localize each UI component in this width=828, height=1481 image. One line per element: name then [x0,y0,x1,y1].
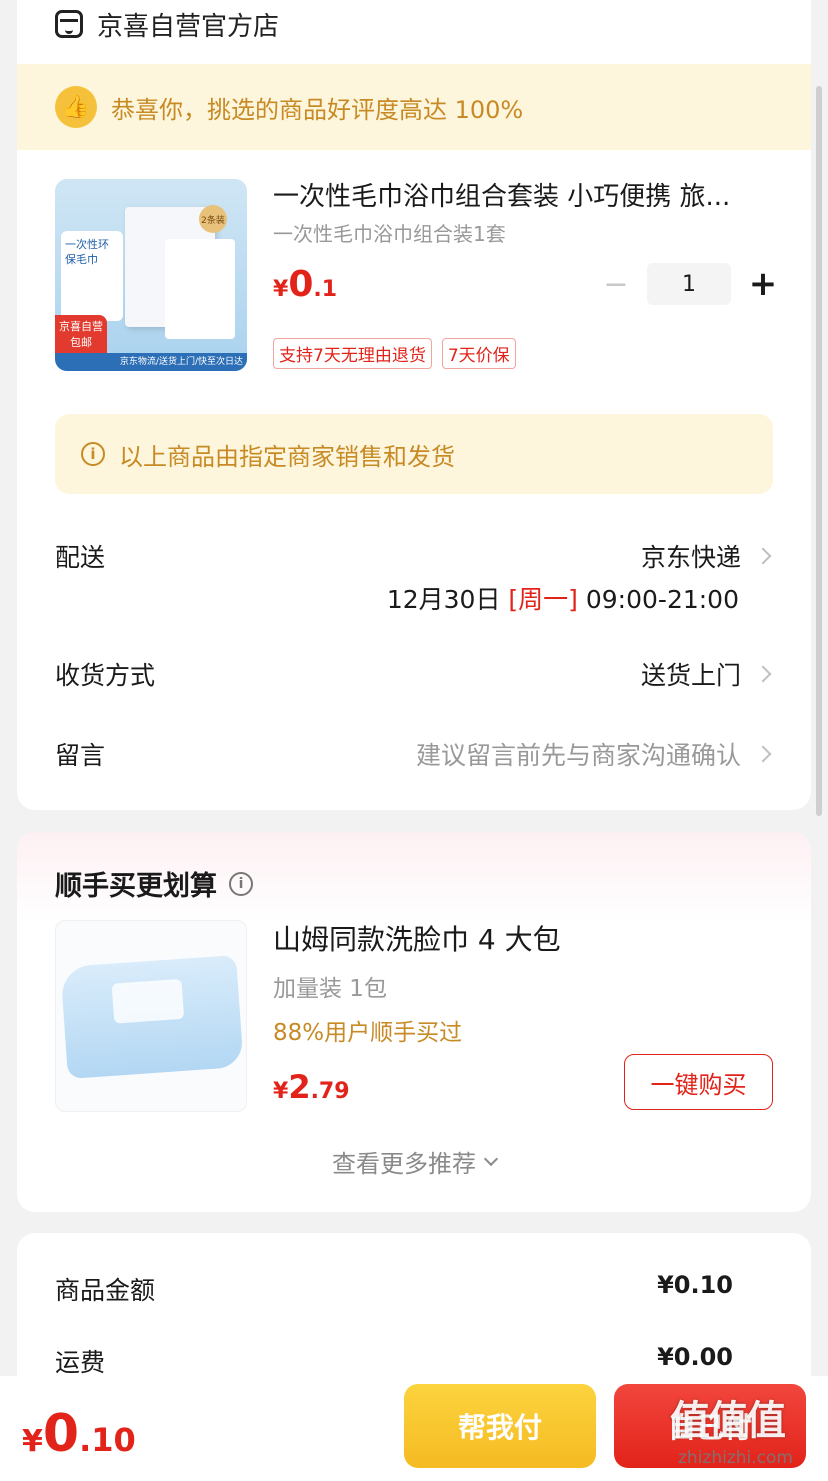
quantity-stepper: − 1 + [597,262,785,306]
total-price-yen: ¥ [22,1424,43,1459]
chevron-right-icon[interactable] [754,665,772,683]
delivery-label: 配送 [55,543,106,572]
product-tags: 支持7天无理由退货 7天价保 [273,338,516,369]
recommend-item-price: ¥2.79 [273,1068,350,1106]
seller-notice-text: 以上商品由指定商家销售和发货 [119,442,455,471]
store-icon [55,10,83,38]
recommend-price-yen: ¥ [273,1079,289,1104]
shipping-fee-label: 运费 [55,1348,106,1377]
product-spec: 一次性毛巾浴巾组合装1套 [273,222,506,246]
message-label: 留言 [55,741,106,770]
info-icon: i [81,442,105,466]
shipping-fee-value: ¥0.00 [657,1343,733,1371]
product-title[interactable]: 一次性毛巾浴巾组合套装 小巧便携 旅... [273,176,783,213]
delivery-time-range: 09:00-21:00 [585,585,739,614]
product-price-dec: .1 [313,277,338,302]
recommend-title-text: 顺手买更划算 [55,871,217,902]
total-price-dec: .10 [79,1421,136,1459]
site-watermark: 值值值 zhizhizhi.com [670,1386,820,1476]
decrease-quantity-button[interactable]: − [597,262,635,306]
jd-tag-line-2: 包邮 [70,336,92,349]
jd-tag-line-1: 京喜自营 [59,320,103,333]
product-image-badge: 2条装 [199,205,227,233]
product-image[interactable]: 一次性环保毛巾 2条装 京喜自营 包邮 京东物流/送货上门/快至次日达 [55,179,247,371]
product-image-label: 一次性环保毛巾 [61,231,123,321]
delivery-weekday: [周一] [508,585,578,614]
rating-banner-text: 恭喜你，挑选的商品好评度高达 100% [111,95,524,124]
increase-quantity-button[interactable]: + [741,262,785,306]
recommend-card: 顺手买更划算 i 山姆同款洗脸巾 4 大包 加量装 1包 88%用户顺手买过 ¥… [17,832,811,1212]
jd-self-operated-tag: 京喜自营 包邮 [55,315,107,355]
product-price: ¥0.1 [273,264,337,305]
recommend-item-note: 88%用户顺手买过 [273,1020,463,1046]
info-icon[interactable]: i [229,871,253,896]
recommend-price-dec: .79 [310,1079,350,1104]
receive-method-value[interactable]: 送货上门 [641,656,741,692]
total-price: ¥0.10 [22,1404,136,1464]
one-click-buy-button[interactable]: 一键购买 [624,1054,773,1110]
goods-amount-label: 商品金额 [55,1276,156,1305]
product-image-bottom-bar: 京东物流/送货上门/快至次日达 [55,353,247,371]
thumbs-up-icon: 👍 [55,86,97,128]
receive-method-label: 收货方式 [55,661,156,690]
recommend-section-title: 顺手买更划算 i [55,864,253,903]
watermark-logo: 值值值 [670,1398,786,1444]
product-towel [165,239,235,339]
chevron-right-icon[interactable] [754,547,772,565]
seller-notice: i 以上商品由指定商家销售和发货 [55,414,773,494]
rating-banner: 👍 恭喜你，挑选的商品好评度高达 100% [17,64,811,150]
product-price-int: 0 [288,264,314,305]
order-card: 京喜自营官方店 👍 恭喜你，挑选的商品好评度高达 100% 一次性环保毛巾 2条… [17,0,811,810]
see-more-label: 查看更多推荐 [332,1150,476,1178]
message-input[interactable]: 建议留言前先与商家沟通确认 [416,736,741,772]
recommend-item-title[interactable]: 山姆同款洗脸巾 4 大包 [273,918,561,958]
recommend-item-image[interactable] [55,920,247,1112]
product-price-yen: ¥ [273,277,289,302]
face-towel-bag [60,954,244,1080]
store-name: 京喜自营官方店 [97,11,280,42]
recommend-price-int: 2 [288,1068,311,1106]
help-me-pay-button[interactable]: 帮我付 [404,1384,596,1468]
scrollbar[interactable] [816,86,822,816]
return-policy-tag: 支持7天无理由退货 [273,338,432,369]
price-protect-tag: 7天价保 [441,338,516,369]
chevron-down-icon [483,1151,499,1166]
store-header[interactable]: 京喜自营官方店 [55,2,279,46]
recommend-item-spec: 加量装 1包 [273,976,387,1002]
watermark-url: zhizhizhi.com [678,1448,793,1468]
delivery-date: 12月30日 [386,585,501,614]
total-price-int: 0 [42,1404,80,1464]
goods-amount-value: ¥0.10 [657,1271,733,1299]
quantity-input[interactable]: 1 [647,263,731,305]
delivery-time[interactable]: 12月30日 [周一] 09:00-21:00 [387,580,739,616]
chevron-right-icon[interactable] [754,745,772,763]
see-more-recommendations[interactable]: 查看更多推荐 [17,1144,811,1179]
delivery-method[interactable]: 京东快递 [641,538,741,574]
